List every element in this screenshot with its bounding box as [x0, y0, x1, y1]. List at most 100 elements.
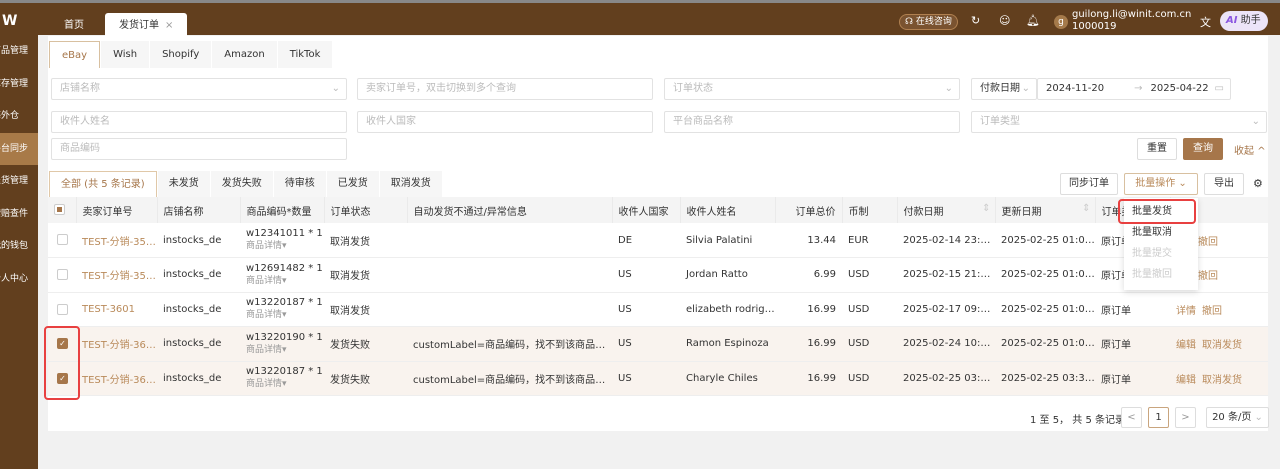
- order-type-select[interactable]: 订单类型 ⌄: [971, 111, 1267, 133]
- sidebar-item-platform-sync[interactable]: 平台同步: [0, 132, 38, 165]
- tab-ship-failed[interactable]: 发货失败: [210, 171, 273, 197]
- refresh-icon[interactable]: ↻: [971, 14, 980, 27]
- sort-icon[interactable]: ⇕: [1082, 203, 1090, 214]
- tab-ebay[interactable]: eBay: [49, 41, 101, 68]
- receiver-country-input[interactable]: 收件人国家: [357, 111, 653, 133]
- sync-orders-button[interactable]: 同步订单: [1060, 173, 1118, 195]
- date-range-picker[interactable]: 2024-11-20 → 2025-04-22 ▭: [1037, 78, 1231, 100]
- user-info[interactable]: guilong.li@winit.com.cn 1000019: [1072, 9, 1191, 33]
- receiver-name: Ramon Espinoza: [680, 326, 775, 362]
- query-button[interactable]: 查询: [1183, 138, 1223, 160]
- feedback-icon[interactable]: ☺: [999, 14, 1010, 27]
- collapse-toggle[interactable]: 收起 ^: [1234, 142, 1266, 157]
- table-row[interactable]: ✓ TEST-分销-3618 instocks_de w13220187 * 1…: [48, 361, 1268, 396]
- order-number-link[interactable]: TEST-分销-3617: [76, 326, 157, 362]
- close-icon[interactable]: ×: [165, 20, 173, 31]
- receiver-name: Charyle Chiles: [680, 361, 775, 396]
- product-detail-toggle[interactable]: 商品详情▾: [246, 378, 324, 391]
- platform-product-input[interactable]: 平台商品名称: [664, 111, 960, 133]
- error-message: [407, 292, 612, 327]
- row-actions: 详情 撤回: [1170, 292, 1268, 327]
- next-page-button[interactable]: >: [1175, 407, 1196, 428]
- row-action-link[interactable]: 编辑: [1176, 375, 1196, 386]
- tab-shopify[interactable]: Shopify: [150, 41, 212, 68]
- translate-icon[interactable]: 文: [1200, 14, 1211, 30]
- tab-wish[interactable]: Wish: [101, 41, 150, 68]
- order-number-link[interactable]: TEST-3601: [76, 292, 157, 327]
- chevron-down-icon: ⌄: [331, 83, 340, 94]
- row-action-link[interactable]: 取消发货: [1202, 375, 1242, 386]
- tab-pending-review[interactable]: 待审核: [273, 171, 326, 197]
- batch-operations-button[interactable]: 批量操作 ⌄: [1124, 173, 1198, 195]
- bell-icon[interactable]: 🔔︎: [1026, 14, 1040, 27]
- arrow-right-icon: →: [1134, 83, 1143, 94]
- sidebar-item-profile[interactable]: 个人中心: [0, 263, 38, 296]
- seller-order-input[interactable]: 卖家订单号，双击切换到多个查询: [357, 78, 653, 100]
- page-size-select[interactable]: 20 条/页 ⌄: [1206, 407, 1269, 428]
- order-number-link[interactable]: TEST-分销-3598: [76, 223, 157, 258]
- order-number-link[interactable]: TEST-分销-3618: [76, 361, 157, 396]
- tab-all[interactable]: 全部 (共 5 条记录): [49, 171, 157, 197]
- sidebar-item-products[interactable]: 商品管理: [0, 35, 38, 68]
- updated-date: 2025-02-25 03:33:24: [995, 361, 1095, 396]
- error-message: customLabel=商品编码，找不到该商品，请...: [407, 361, 612, 396]
- row-action-link[interactable]: 编辑: [1176, 340, 1196, 351]
- product-code-input[interactable]: 商品编码: [51, 138, 347, 160]
- page-1-button[interactable]: 1: [1148, 407, 1169, 428]
- table-row[interactable]: TEST-3601 instocks_de w13220187 * 1 商品详情▾…: [48, 292, 1268, 327]
- prev-page-button[interactable]: <: [1121, 407, 1142, 428]
- tab-shipping-orders[interactable]: 发货订单 ×: [105, 13, 188, 38]
- ai-label: 助手: [1240, 15, 1261, 26]
- row-action-link[interactable]: 详情: [1176, 306, 1196, 317]
- row-action-link[interactable]: 撤回: [1198, 271, 1218, 282]
- avatar[interactable]: g: [1054, 15, 1068, 29]
- orders-table: 卖家订单号 店铺名称 商品编码*数量 订单状态 自动发货不通过/异常信息 收件人…: [48, 197, 1268, 396]
- row-checkbox[interactable]: [57, 234, 68, 246]
- menu-batch-cancel[interactable]: 批量取消: [1124, 222, 1198, 243]
- select-all-checkbox[interactable]: [54, 204, 65, 216]
- tab-shipped[interactable]: 已发货: [326, 171, 379, 197]
- receiver-country: US: [612, 326, 680, 362]
- tab-unshipped[interactable]: 未发货: [157, 171, 210, 197]
- order-status-select[interactable]: 订单状态 ⌄: [664, 78, 960, 100]
- table-row[interactable]: TEST-分销-3599 instocks_de w12691482 * 1 商品…: [48, 257, 1268, 293]
- product-detail-toggle[interactable]: 商品详情▾: [246, 275, 324, 288]
- product-detail-toggle[interactable]: 商品详情▾: [246, 344, 324, 357]
- platform-tabs: eBay Wish Shopify Amazon TikTok: [49, 41, 333, 68]
- ai-assistant-button[interactable]: AI 助手: [1220, 11, 1268, 31]
- shop-placeholder: 店铺名称: [60, 83, 100, 94]
- row-action-link[interactable]: 取消发货: [1202, 340, 1242, 351]
- settings-gear-icon[interactable]: ⚙: [1253, 177, 1263, 190]
- tab-cancelled[interactable]: 取消发货: [379, 171, 442, 197]
- row-action-link[interactable]: 撤回: [1202, 306, 1222, 317]
- sidebar-item-claims[interactable]: 索赔查件: [0, 198, 38, 231]
- col-paid-date[interactable]: 付款日期 ⇕: [896, 197, 995, 223]
- receiver-name-input[interactable]: 收件人姓名: [51, 111, 347, 133]
- sort-icon[interactable]: ⇕: [982, 203, 990, 214]
- sidebar-item-returns[interactable]: 退货管理: [0, 165, 38, 198]
- table-row[interactable]: TEST-分销-3598 instocks_de w12341011 * 1 商品…: [48, 223, 1268, 258]
- col-seller-order: 卖家订单号: [75, 197, 157, 223]
- row-checkbox[interactable]: [57, 303, 68, 315]
- date-type-select[interactable]: 付款日期 ⌄: [971, 78, 1037, 100]
- tab-home[interactable]: 首页: [50, 13, 98, 38]
- product-detail-toggle[interactable]: 商品详情▾: [246, 240, 324, 253]
- product-detail-toggle[interactable]: 商品详情▾: [246, 309, 324, 322]
- sidebar-item-warehouse[interactable]: 海外仓: [0, 100, 38, 133]
- col-updated-date[interactable]: 更新日期 ⇕: [994, 197, 1095, 223]
- col-sku-qty: 商品编码*数量: [239, 197, 324, 223]
- shop-select[interactable]: 店铺名称 ⌄: [51, 78, 347, 100]
- row-checkbox[interactable]: [57, 269, 68, 280]
- tab-tiktok[interactable]: TikTok: [277, 41, 333, 68]
- caret-down-icon: ▾: [282, 344, 287, 355]
- receiver-country: DE: [612, 223, 680, 258]
- export-button[interactable]: 导出: [1204, 173, 1244, 195]
- row-action-link[interactable]: 撤回: [1198, 237, 1218, 248]
- tab-amazon[interactable]: Amazon: [212, 41, 277, 68]
- reset-button[interactable]: 重置: [1137, 138, 1177, 160]
- online-consult-button[interactable]: ☊ 在线咨询: [899, 14, 958, 30]
- sidebar-item-wallet[interactable]: 我的钱包: [0, 230, 38, 263]
- sidebar-item-inventory[interactable]: 库存管理: [0, 68, 38, 101]
- table-row[interactable]: ✓ TEST-分销-3617 instocks_de w13220190 * 1…: [48, 326, 1268, 362]
- order-number-link[interactable]: TEST-分销-3599: [76, 257, 157, 293]
